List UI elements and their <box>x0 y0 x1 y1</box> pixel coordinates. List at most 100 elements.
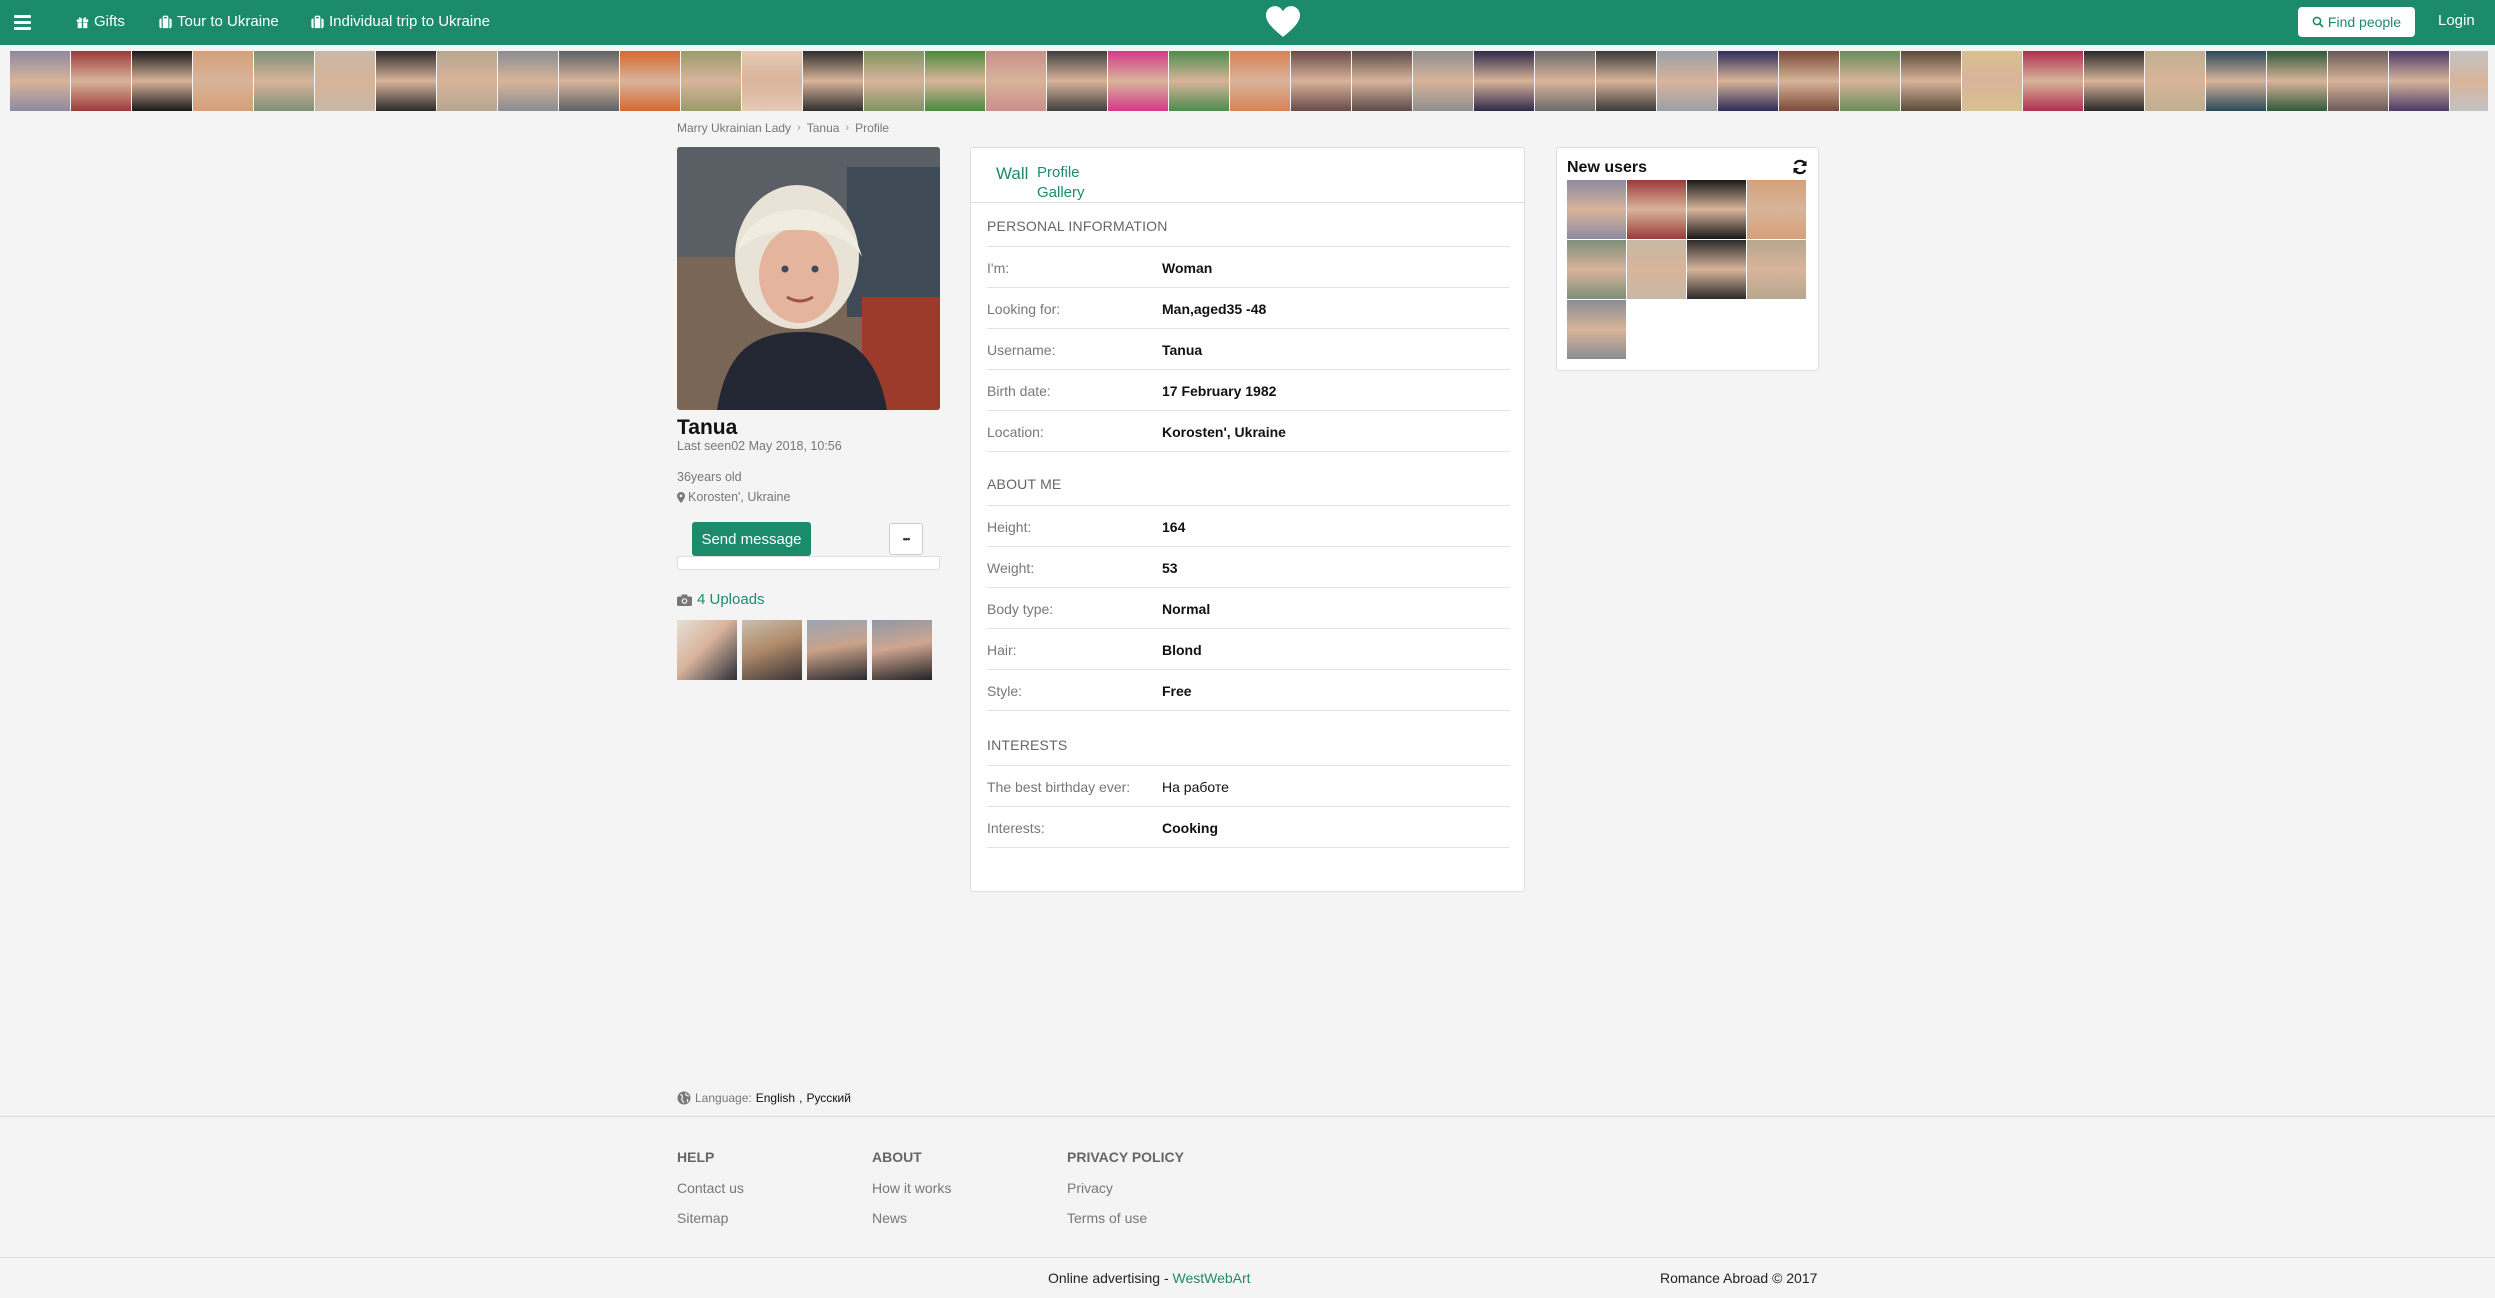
member-photo-thumbnail[interactable] <box>864 51 924 111</box>
member-photo-thumbnail[interactable] <box>132 51 192 111</box>
tab-wall[interactable]: Wall <box>996 164 1028 184</box>
age-text: 36years old <box>677 470 742 484</box>
nav-gifts-link[interactable]: Gifts <box>75 13 125 30</box>
member-photo-thumbnail[interactable] <box>498 51 558 111</box>
member-photo-thumbnail[interactable] <box>1657 51 1717 111</box>
footer-news-link[interactable]: News <box>872 1210 951 1226</box>
member-photo-thumbnail[interactable] <box>1718 51 1778 111</box>
breadcrumb-current: Profile <box>855 121 890 135</box>
refresh-icon[interactable] <box>1792 159 1808 175</box>
breadcrumb-user[interactable]: Tanua <box>807 121 840 135</box>
last-seen-text: Last seen02 May 2018, 10:56 <box>677 439 842 453</box>
member-photo-thumbnail[interactable] <box>681 51 741 111</box>
member-photo-thumbnail[interactable] <box>2389 51 2449 111</box>
info-value: Man,aged35 -48 <box>1162 301 1267 317</box>
member-photo-thumbnail[interactable] <box>559 51 619 111</box>
language-english[interactable]: English <box>756 1091 795 1105</box>
member-photo-thumbnail[interactable] <box>2450 51 2488 111</box>
info-label: Body type: <box>987 601 1054 617</box>
member-photo-thumbnail[interactable] <box>925 51 985 111</box>
new-user-thumbnail[interactable] <box>1567 240 1626 299</box>
info-row-username: Username: Tanua <box>987 328 1510 369</box>
member-photo-thumbnail[interactable] <box>1779 51 1839 111</box>
hamburger-icon[interactable] <box>14 15 31 30</box>
member-photo-thumbnail[interactable] <box>1230 51 1290 111</box>
member-photo-thumbnail[interactable] <box>2145 51 2205 111</box>
language-switcher: Language: English, Русский <box>677 1091 851 1105</box>
upload-thumbnail[interactable] <box>807 620 867 680</box>
member-photo-thumbnail[interactable] <box>193 51 253 111</box>
search-icon <box>2312 16 2324 28</box>
member-photo-thumbnail[interactable] <box>1535 51 1595 111</box>
member-photo-thumbnail[interactable] <box>376 51 436 111</box>
upload-thumbnail[interactable] <box>872 620 932 680</box>
nav-individual-trip-link[interactable]: Individual trip to Ukraine <box>310 13 490 30</box>
footer-privacy-link[interactable]: Privacy <box>1067 1180 1184 1196</box>
member-photo-thumbnail[interactable] <box>2267 51 2327 111</box>
gift-icon <box>76 16 89 28</box>
member-photo-thumbnail[interactable] <box>2023 51 2083 111</box>
find-people-button[interactable]: Find people <box>2298 7 2415 37</box>
member-photo-thumbnail[interactable] <box>1169 51 1229 111</box>
member-photo-thumbnail[interactable] <box>2084 51 2144 111</box>
footer-terms-link[interactable]: Terms of use <box>1067 1210 1184 1226</box>
member-photo-thumbnail[interactable] <box>1840 51 1900 111</box>
member-photo-thumbnail[interactable] <box>1291 51 1351 111</box>
member-photo-thumbnail[interactable] <box>2206 51 2266 111</box>
uploads-link[interactable]: 4 Uploads <box>677 591 765 608</box>
new-users-grid <box>1567 180 1811 359</box>
info-label: Interests: <box>987 820 1045 836</box>
member-photo-thumbnail[interactable] <box>1352 51 1412 111</box>
member-photo-thumbnail[interactable] <box>1413 51 1473 111</box>
member-photo-thumbnail[interactable] <box>1047 51 1107 111</box>
breadcrumb-home[interactable]: Marry Ukrainian Lady <box>677 121 791 135</box>
nav-tour-link[interactable]: Tour to Ukraine <box>158 13 279 30</box>
info-value: Normal <box>1162 601 1211 617</box>
new-user-thumbnail[interactable] <box>1627 240 1686 299</box>
new-user-thumbnail[interactable] <box>1567 180 1626 239</box>
new-user-thumbnail[interactable] <box>1687 180 1746 239</box>
tab-gallery[interactable]: Gallery <box>1037 183 1085 203</box>
new-user-thumbnail[interactable] <box>1747 180 1806 239</box>
heart-icon[interactable] <box>1266 6 1300 38</box>
upload-thumbnail[interactable] <box>742 620 802 680</box>
new-user-thumbnail[interactable] <box>1627 180 1686 239</box>
info-value: 17 February 1982 <box>1162 383 1277 399</box>
new-user-thumbnail[interactable] <box>1747 240 1806 299</box>
new-user-thumbnail[interactable] <box>1687 240 1746 299</box>
footer-privacy-heading: PRIVACY POLICY <box>1067 1149 1184 1165</box>
member-photo-thumbnail[interactable] <box>1901 51 1961 111</box>
language-russian[interactable]: Русский <box>806 1091 851 1105</box>
login-link[interactable]: Login <box>2438 12 2475 29</box>
send-message-button[interactable]: Send message <box>692 522 811 556</box>
member-photo-thumbnail[interactable] <box>254 51 314 111</box>
member-photo-thumbnail[interactable] <box>1474 51 1534 111</box>
new-user-thumbnail[interactable] <box>1567 300 1626 359</box>
footer-sitemap-link[interactable]: Sitemap <box>677 1210 744 1226</box>
member-photo-thumbnail[interactable] <box>2328 51 2388 111</box>
member-photo-thumbnail[interactable] <box>620 51 680 111</box>
top-navbar: Gifts Tour to Ukraine Individual trip to… <box>0 0 2495 45</box>
profile-avatar[interactable] <box>677 147 940 410</box>
info-label: The best birthday ever: <box>987 779 1131 795</box>
member-photo-thumbnail[interactable] <box>1962 51 2022 111</box>
info-value: Woman <box>1162 260 1213 276</box>
member-photo-thumbnail[interactable] <box>315 51 375 111</box>
footer-contact-link[interactable]: Contact us <box>677 1180 744 1196</box>
member-photo-thumbnail[interactable] <box>1596 51 1656 111</box>
footer-how-it-works-link[interactable]: How it works <box>872 1180 951 1196</box>
member-photo-thumbnail[interactable] <box>803 51 863 111</box>
member-photo-thumbnail[interactable] <box>742 51 802 111</box>
member-photo-thumbnail[interactable] <box>986 51 1046 111</box>
suitcase-icon <box>311 15 324 28</box>
about-me-heading: ABOUT ME <box>987 476 1062 492</box>
more-actions-button[interactable]: ••• <box>889 523 923 555</box>
member-photo-thumbnail[interactable] <box>71 51 131 111</box>
westwebart-link[interactable]: WestWebArt <box>1173 1270 1251 1286</box>
upload-thumbnail[interactable] <box>677 620 737 680</box>
member-photo-thumbnail[interactable] <box>1108 51 1168 111</box>
globe-icon <box>677 1091 691 1105</box>
member-photo-thumbnail[interactable] <box>437 51 497 111</box>
tab-profile[interactable]: Profile <box>1037 163 1085 183</box>
member-photo-thumbnail[interactable] <box>10 51 70 111</box>
